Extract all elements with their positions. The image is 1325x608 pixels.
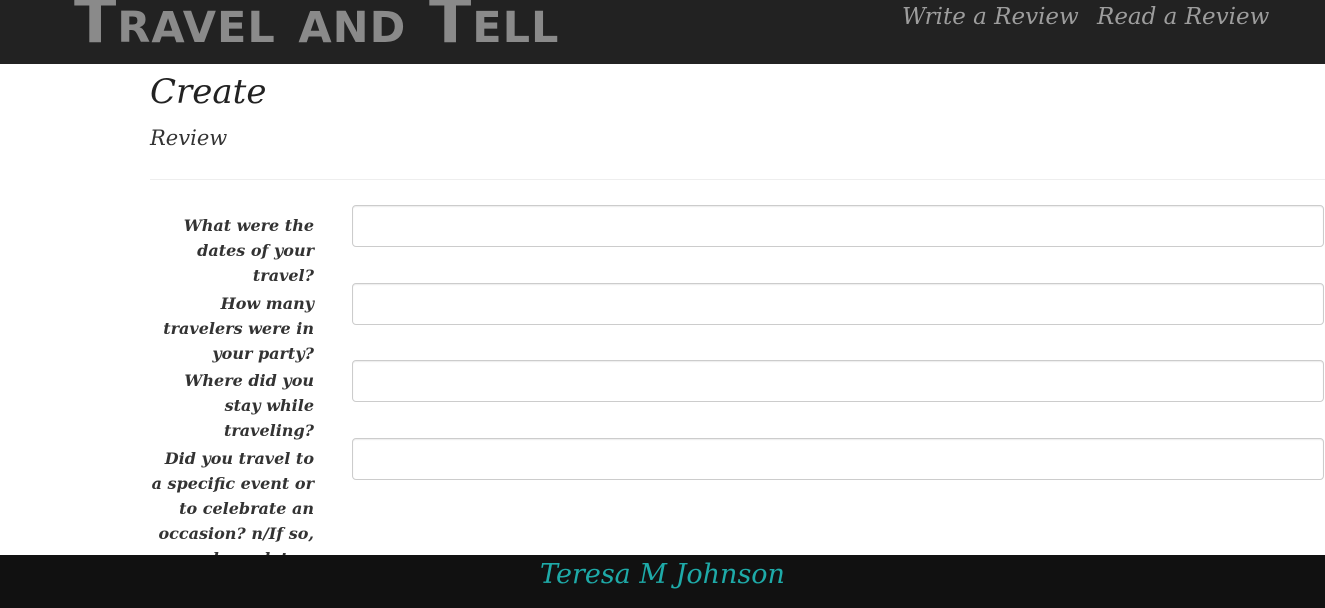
travelers-count-input[interactable] xyxy=(352,283,1324,325)
travel-dates-label: What were the dates of your travel? xyxy=(183,216,314,285)
accommodation-label: Where did you stay while traveling? xyxy=(184,371,314,440)
event-occasion-input[interactable] xyxy=(352,438,1324,480)
footer-author-name: Teresa M Johnson xyxy=(540,559,785,590)
travelers-count-label: How many travelers were in your party? xyxy=(163,294,314,363)
nav-link-write-review[interactable]: Write a Review xyxy=(902,4,1079,30)
divider xyxy=(150,179,1325,180)
travel-dates-input[interactable] xyxy=(352,205,1324,247)
page-title: Create xyxy=(150,72,267,112)
accommodation-input[interactable] xyxy=(352,360,1324,402)
footer: Teresa M Johnson xyxy=(0,555,1325,608)
nav-link-read-review[interactable]: Read a Review xyxy=(1097,4,1269,30)
brand-logo[interactable]: Travel and Tell xyxy=(74,0,559,57)
page-subtitle: Review xyxy=(150,126,228,150)
top-navbar: Travel and Tell Write a Review Read a Re… xyxy=(0,0,1325,64)
